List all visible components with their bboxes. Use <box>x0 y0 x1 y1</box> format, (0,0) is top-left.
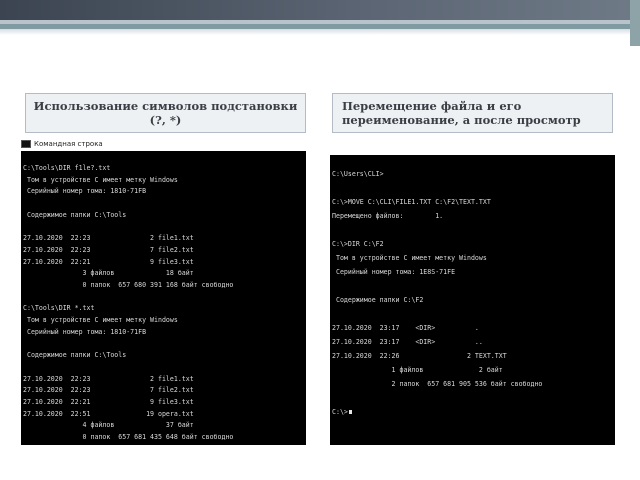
left-console-line: 0 папок 657 680 391 168 байт свободно <box>23 281 234 289</box>
right-console-line: Перемещено файлов: 1. <box>332 212 444 220</box>
left-console-line: Том в устройстве C имеет метку Windows <box>23 316 178 325</box>
right-console-line: 27.10.2020 22:26 2 TEXT.TXT <box>332 352 507 360</box>
left-console-line: 27.10.2020 22:23 7 file2.txt <box>23 386 194 395</box>
left-console-line: Содержимое папки C:\Tools <box>23 210 127 219</box>
right-console-line: C:\>DIR C:\F2 <box>332 240 384 248</box>
right-console-line: C:\Users\CLI> <box>332 170 384 178</box>
left-console-line: C:\Tools\DIR *.txt <box>23 304 95 313</box>
left-console-line: 27.10.2020 22:21 9 file3.txt <box>23 257 194 266</box>
right-console-line: 27.10.2020 23:17 <DIR> . <box>332 324 479 332</box>
left-console-line: 27.10.2020 22:23 2 file1.txt <box>23 374 194 383</box>
right-console-line: 1 файлов 2 байт <box>332 366 503 374</box>
left-console-line: 27.10.2020 22:23 2 file1.txt <box>23 234 194 243</box>
right-console-output: C:\Users\CLI> C:\>MOVE C:\CLI\FILE1.TXT C… <box>330 155 615 445</box>
left-console-line: 27.10.2020 22:23 7 file2.txt <box>23 245 194 254</box>
left-heading-box: Использование символов подстановки (?, *… <box>25 93 306 133</box>
right-console-line: Серийный номер тома: 1E8S-71FE <box>332 268 456 276</box>
top-band-dark <box>0 0 640 20</box>
left-console-line: Том в устройстве C имеет метку Windows <box>23 175 178 184</box>
right-console-line: 27.10.2020 23:17 <DIR> .. <box>332 338 483 346</box>
left-window-title: Командная строка <box>34 140 103 148</box>
left-console-output: C:\Tools\DIR f1le?.txt Том в устройстве … <box>21 151 306 445</box>
left-window-title-bar: Командная строка <box>21 138 306 150</box>
right-heading-box: Перемещение файла и его переименование, … <box>332 93 613 133</box>
right-console-line: Содержимое папки C:\F2 <box>332 296 424 304</box>
right-heading: Перемещение файла и его переименование, … <box>342 99 581 127</box>
top-decorative-band <box>0 0 640 36</box>
left-console-line: 0 папок 657 681 435 648 байт свободно <box>23 433 234 442</box>
left-console-line: Серийный номер тома: 1810-71FB <box>23 187 147 196</box>
top-band-shadow <box>0 29 640 35</box>
left-console-line: 27.10.2020 22:21 9 file3.txt <box>23 398 194 406</box>
left-console-line: 4 файлов 37 байт <box>23 421 194 430</box>
right-console-line: 2 папок 657 681 905 536 байт свободно <box>332 380 543 388</box>
right-console-line: C:\> <box>332 408 352 416</box>
left-heading: Использование символов подстановки (?, *… <box>33 99 298 127</box>
corner-decoration <box>630 0 640 46</box>
left-console-line: 27.10.2020 22:51 19 opera.txt <box>23 409 194 418</box>
left-console-line: Содержимое папки C:\Tools <box>23 351 127 360</box>
left-console-line: C:\Tools\DIR f1le?.txt <box>23 164 111 172</box>
cmd-icon <box>21 140 31 148</box>
right-console-line: C:\>MOVE C:\CLI\FILE1.TXT C:\F2\TEXT.TXT <box>332 198 491 206</box>
text-cursor <box>348 410 352 414</box>
left-console-line: Серийный номер тома: 1810-71FB <box>23 327 147 336</box>
right-console-line: Том в устройстве C имеет метку Windows <box>332 254 487 262</box>
left-console-line: 3 файлов 18 байт <box>23 269 194 278</box>
